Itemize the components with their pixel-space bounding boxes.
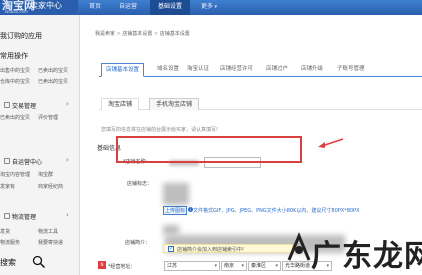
secondary-tabs: 淘宝店铺 手机淘宝店铺 xyxy=(99,98,422,110)
top-tab-basic-settings[interactable]: 基础设置 xyxy=(150,0,190,15)
self-operation-icon xyxy=(4,158,10,164)
chevron-down-icon: ▾ xyxy=(214,263,217,269)
tab-taobao-certification[interactable]: 淘宝认证 xyxy=(187,64,209,72)
logo-domain: Taobao.com xyxy=(4,9,28,14)
sidebar-link-group[interactable]: 淘宝群 xyxy=(38,171,53,178)
red-arrow-icon xyxy=(318,138,344,148)
upload-logo-button[interactable]: 上传图标 xyxy=(163,206,187,215)
blurred-image xyxy=(163,225,179,235)
sidebar-header-my-apps[interactable]: 我订购的应用 xyxy=(0,31,42,41)
watermark-logo-icon xyxy=(287,232,311,261)
shop-logo-label: 店铺标志： xyxy=(127,181,153,187)
sidebar-link-ship[interactable]: 发货 xyxy=(0,228,10,235)
tab-shop-upgrade[interactable]: 店铺升级 xyxy=(301,64,323,72)
sidebar-section-trade[interactable]: 交易管理 › xyxy=(0,100,80,111)
search-icon[interactable] xyxy=(32,255,46,269)
address-label: *经营地址： xyxy=(108,264,136,270)
sidebar-link-fajiayou[interactable]: 发家有 xyxy=(0,183,15,190)
logo-seller-center: 卖家中心 xyxy=(30,1,62,10)
primary-tabs: 店铺基本设置 域名设置 淘宝认证 店铺经营许可 店铺过户 店铺升级 子账号管理 xyxy=(99,63,422,77)
breadcrumb-item[interactable]: 店铺基本设置 xyxy=(122,31,152,37)
sidebar-link-reviews[interactable]: 评价管理 xyxy=(38,114,58,121)
chevron-right-icon: › xyxy=(66,156,69,164)
sidebar-link-warehouse[interactable]: 仓库中的宝贝 xyxy=(0,78,30,85)
watermark-text: 广东龙网 xyxy=(311,239,422,274)
tab-business-license[interactable]: 店铺经营许可 xyxy=(220,64,253,72)
tab-mobile-taobao-shop[interactable]: 手机淘宝店铺 xyxy=(149,98,200,110)
sidebar-section-logistics[interactable]: 物流管理 › xyxy=(0,211,80,222)
sidebar-link-broker[interactable]: 商家经纪商 xyxy=(38,183,63,190)
province-select[interactable]: 江苏 ▾ xyxy=(164,261,220,271)
sidebar-link-sold-items[interactable]: 已卖出的宝贝 xyxy=(0,114,30,121)
district-select-value: 秦淮区 xyxy=(251,263,267,269)
district-select[interactable]: 秦淮区 ▾ xyxy=(248,261,281,271)
breadcrumb-item: 店铺基本设置 xyxy=(159,31,190,37)
trade-icon xyxy=(4,102,10,108)
breadcrumb: 我是卖家 > 店铺基本设置 > 店铺基本设置 xyxy=(95,30,190,37)
sidebar-section-self-operation[interactable]: 自运营中心 › xyxy=(0,156,80,167)
sidebar-link-logistics-service[interactable]: 物流服务 xyxy=(0,239,20,246)
new-badge: N xyxy=(98,261,106,269)
city-select[interactable]: 南京 ▾ xyxy=(221,261,247,271)
watermark: 广东龙网 xyxy=(283,226,422,275)
blurred-shop-logo xyxy=(163,183,189,205)
sidebar-link-sold-2[interactable]: 已卖出的宝贝 xyxy=(38,78,68,85)
top-tab-home[interactable]: 首页 xyxy=(82,0,108,15)
top-tab-more[interactable]: 更多 ▾ xyxy=(196,0,222,15)
chevron-down-icon: ▾ xyxy=(212,4,218,10)
sidebar-section-self-operation-label: 自运营中心 xyxy=(12,159,43,166)
upload-hint: 文件格式GIF、JPG、JPEG、PNG文件大小80K以内，建议尺寸80PX*8… xyxy=(193,208,360,214)
sidebar-link-send-express[interactable]: 我要寄快递 xyxy=(38,239,63,246)
province-select-value: 江苏 xyxy=(167,263,178,269)
sidebar-link-sold[interactable]: 已卖出的宝贝 xyxy=(38,67,68,74)
info-notice: 您填写的信息将在店铺前台展示给买家，请认真填写! xyxy=(101,127,219,133)
logistics-icon xyxy=(4,213,10,219)
chevron-down-icon: ▾ xyxy=(241,263,244,269)
highlight-box xyxy=(116,136,302,163)
sidebar-link-logistics-tools[interactable]: 物流工具 xyxy=(38,228,58,235)
sidebar: 我订购的应用 常用操作 出售中的宝贝 已卖出的宝贝 仓库中的宝贝 已卖出的宝贝 … xyxy=(0,15,80,275)
chevron-right-icon: › xyxy=(66,211,69,219)
chevron-right-icon: › xyxy=(66,100,69,108)
sidebar-link-content[interactable]: 淘宝内容管理 xyxy=(0,171,30,178)
taobao-logo[interactable]: 淘宝网 卖家中心 Taobao.com xyxy=(0,0,78,15)
tab-shop-transfer[interactable]: 店铺过户 xyxy=(266,64,288,72)
intro-index-option[interactable]: ✓ 店铺简介会加入到店铺索引中! xyxy=(163,244,293,253)
top-tab-self-operation[interactable]: 自运营 xyxy=(113,0,143,15)
breadcrumb-item[interactable]: 我是卖家 xyxy=(95,31,115,37)
city-select-value: 南京 xyxy=(224,263,235,269)
shop-intro-label: 店铺简介： xyxy=(125,240,151,246)
tab-shop-basic-settings[interactable]: 店铺基本设置 xyxy=(101,63,145,77)
sidebar-footer-search[interactable]: 搜索 xyxy=(0,257,16,268)
sidebar-section-frequent: 常用操作 xyxy=(0,52,28,60)
top-navigation-bar: 淘宝网 卖家中心 Taobao.com 首页 自运营 基础设置 更多 ▾ xyxy=(0,0,422,15)
sidebar-link-on-sale[interactable]: 出售中的宝贝 xyxy=(0,67,30,74)
tab-taobao-shop[interactable]: 淘宝店铺 xyxy=(101,98,140,110)
tab-domain-settings[interactable]: 域名设置 xyxy=(157,64,179,72)
tab-sub-accounts[interactable]: 子账号管理 xyxy=(337,64,365,72)
checkbox-checked-icon[interactable]: ✓ xyxy=(168,246,174,252)
intro-index-label: 店铺简介会加入到店铺索引中! xyxy=(177,247,245,253)
sidebar-section-logistics-label: 物流管理 xyxy=(12,214,37,221)
sidebar-section-trade-label: 交易管理 xyxy=(12,103,37,110)
top-tab-more-label: 更多 xyxy=(200,3,213,10)
chevron-down-icon: ▾ xyxy=(275,263,278,269)
